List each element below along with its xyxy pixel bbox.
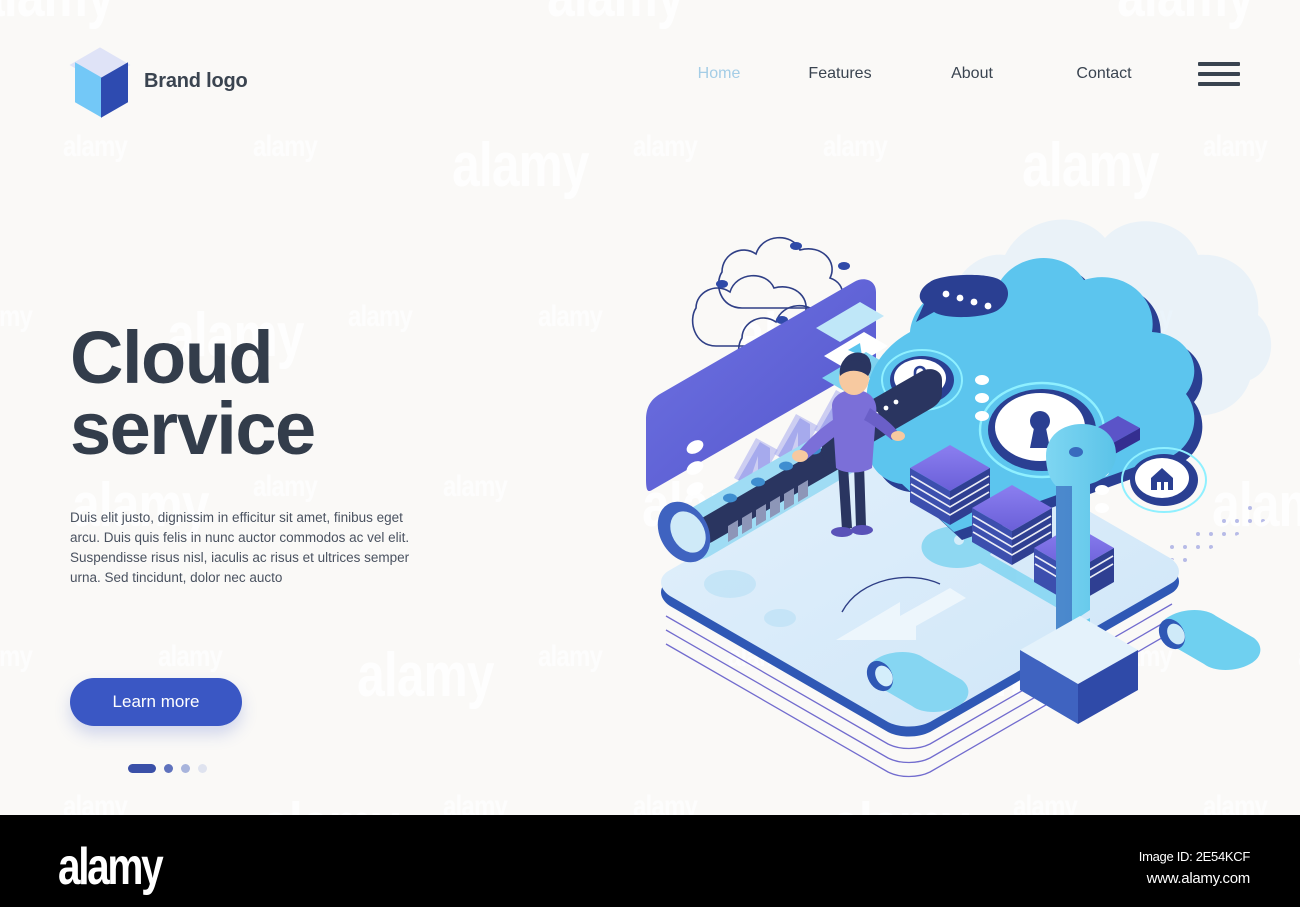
learn-more-button[interactable]: Learn more bbox=[70, 678, 242, 726]
hero-text-block: Cloud service Duis elit justo, dignissim… bbox=[70, 316, 490, 587]
nav-links: Home Features About Contact bbox=[664, 65, 1170, 83]
nav-link-home[interactable]: Home bbox=[698, 65, 741, 83]
hero-paragraph: Duis elit justo, dignissim in efficitur … bbox=[70, 510, 410, 585]
hamburger-bar-3 bbox=[1198, 82, 1240, 86]
bank-building-badge bbox=[1121, 447, 1207, 513]
nav-link-contact[interactable]: Contact bbox=[1076, 65, 1131, 83]
nav-cell-about: About bbox=[906, 65, 1038, 83]
site-header: Brand logo Home Features About Contact bbox=[0, 0, 1300, 160]
nav-link-features[interactable]: Features bbox=[808, 65, 871, 83]
carousel-dot-2[interactable] bbox=[164, 764, 173, 773]
carousel-dot-3[interactable] bbox=[181, 764, 190, 773]
hamburger-bar-1 bbox=[1198, 62, 1240, 66]
nav-cell-contact: Contact bbox=[1038, 65, 1170, 83]
nav-link-about[interactable]: About bbox=[951, 65, 993, 83]
small-cylinder bbox=[1158, 610, 1261, 670]
cloud-service-isometric-illustration bbox=[610, 180, 1290, 780]
alamy-metadata: Image ID: 2E54KCF www.alamy.com bbox=[1138, 847, 1251, 890]
brand-name: Brand logo bbox=[144, 69, 248, 92]
image-id-label: Image ID: 2E54KCF bbox=[1138, 849, 1251, 864]
nav-cell-home: Home bbox=[664, 65, 774, 83]
alamy-watermark-bar: alamy Image ID: 2E54KCF www.alamy.com bbox=[0, 815, 1300, 907]
halftone-dot-pattern-right bbox=[1158, 504, 1274, 564]
nav-cell-features: Features bbox=[774, 65, 906, 83]
carousel-dot-4[interactable] bbox=[198, 764, 207, 773]
alamy-logo: alamy bbox=[58, 838, 164, 896]
carousel-dots bbox=[128, 764, 207, 773]
main-navigation: Home Features About Contact bbox=[664, 62, 1240, 86]
isometric-cube-icon bbox=[69, 47, 131, 118]
carousel-dot-1[interactable] bbox=[128, 764, 156, 773]
hamburger-menu-icon[interactable] bbox=[1198, 62, 1240, 86]
page-title: Cloud service bbox=[70, 316, 316, 471]
landing-page: Brand logo Home Features About Contact C… bbox=[0, 0, 1300, 815]
hamburger-bar-2 bbox=[1198, 72, 1240, 76]
brand-logo[interactable]: Brand logo bbox=[69, 47, 248, 118]
alamy-website: www.alamy.com bbox=[1146, 870, 1251, 888]
